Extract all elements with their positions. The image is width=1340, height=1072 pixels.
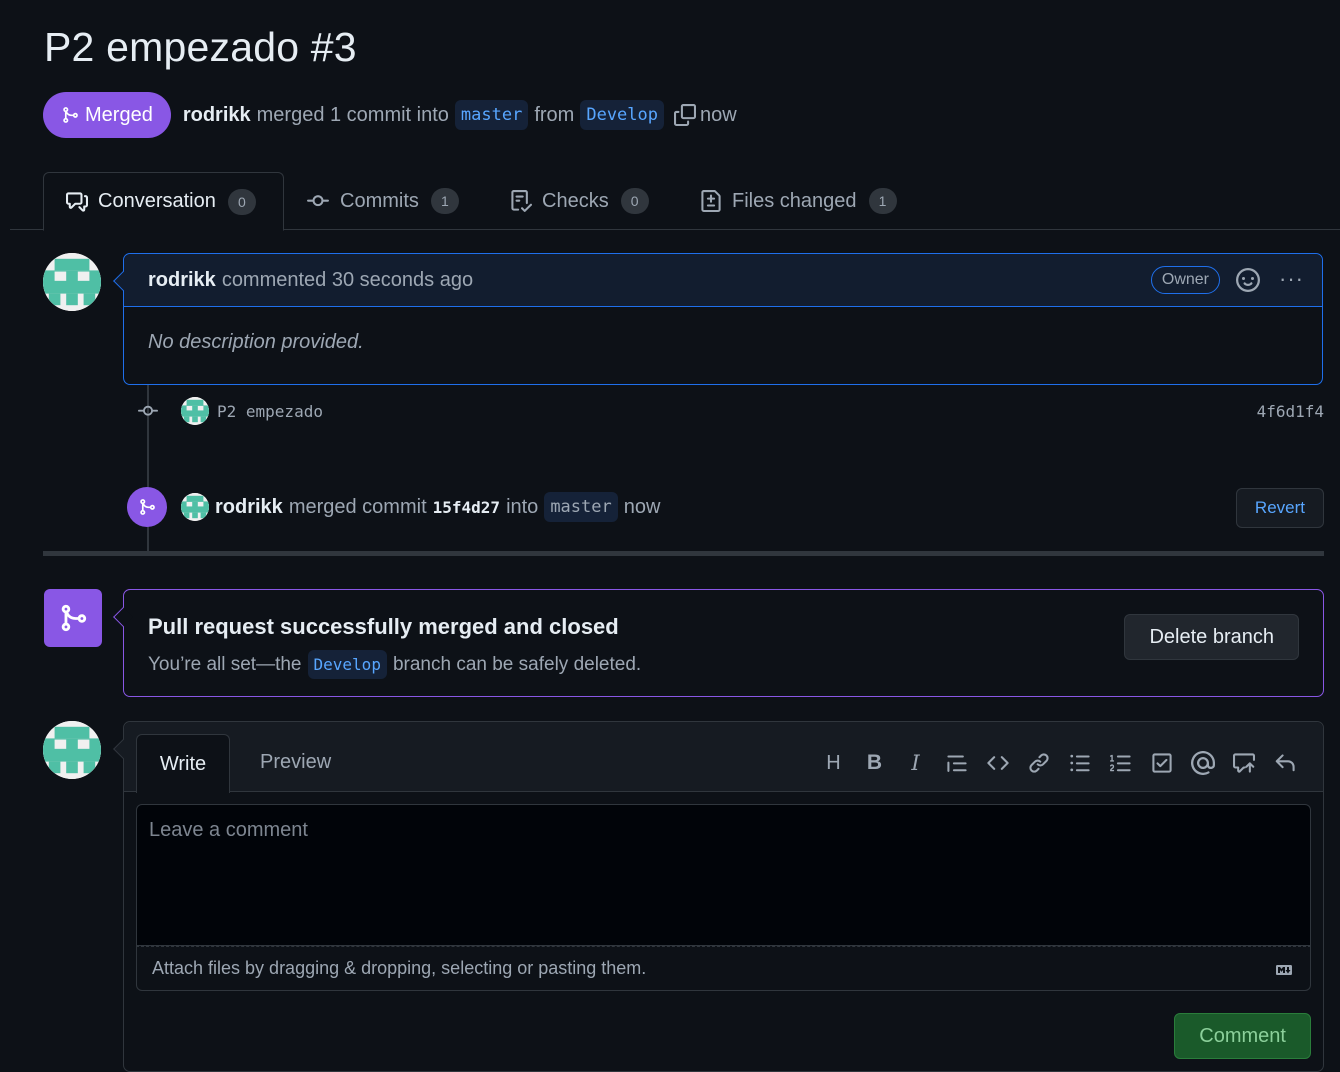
tab-files-label: Files changed bbox=[732, 189, 857, 212]
comment-discussion-icon bbox=[66, 191, 88, 212]
markdown-toolbar: H B I bbox=[813, 748, 1305, 778]
merged-status-title: Pull request successfully merged and clo… bbox=[148, 614, 619, 639]
delete-branch-button[interactable]: Delete branch bbox=[1124, 614, 1299, 660]
heading-icon[interactable]: H bbox=[813, 748, 854, 778]
attach-files-text: Attach files by dragging & dropping, sel… bbox=[152, 958, 647, 978]
tab-checks-count: 0 bbox=[620, 188, 649, 214]
base-branch-link[interactable]: master bbox=[454, 100, 529, 130]
merged-sub-before: You’re all set—the bbox=[148, 653, 302, 675]
tab-conversation-label: Conversation bbox=[98, 190, 216, 212]
merged-state-badge: Merged bbox=[43, 92, 171, 138]
smiley-icon[interactable] bbox=[1236, 268, 1260, 298]
comment-submit-button[interactable]: Comment bbox=[1174, 1013, 1311, 1059]
merge-event-time: now bbox=[623, 495, 661, 518]
avatar[interactable] bbox=[181, 397, 209, 425]
tab-preview[interactable]: Preview bbox=[260, 734, 331, 790]
git-merge-icon bbox=[140, 499, 155, 515]
mention-icon[interactable] bbox=[1182, 748, 1223, 778]
pull-request-page: P2 empezado #3 Merged rodrikk merged 1 c… bbox=[10, 8, 1340, 1072]
merge-text: merged 1 commit into bbox=[256, 103, 449, 126]
page-title: P2 empezado #3 bbox=[44, 24, 357, 70]
ordered-list-icon[interactable] bbox=[1100, 748, 1141, 778]
comment-textarea[interactable] bbox=[136, 804, 1311, 946]
merge-event-text: merged commit bbox=[288, 495, 427, 518]
timeline-commit: P2 empezado 4f6d1f4 bbox=[136, 396, 1324, 426]
pr-tabs: Conversation 0 Commits 1 Checks 0 Files … bbox=[10, 172, 1340, 231]
tab-commits-label: Commits bbox=[340, 189, 419, 212]
tab-conversation[interactable]: Conversation 0 bbox=[43, 172, 284, 231]
merged-status-subtitle: You’re all set—the Develop branch can be… bbox=[148, 650, 641, 679]
tab-files-count: 1 bbox=[868, 188, 897, 214]
avatar[interactable] bbox=[43, 253, 101, 311]
code-icon[interactable] bbox=[977, 748, 1018, 778]
checklist-icon bbox=[511, 190, 532, 212]
merge-event-badge bbox=[127, 487, 167, 527]
comment-body: No description provided. bbox=[148, 331, 364, 353]
quote-icon[interactable] bbox=[936, 748, 977, 778]
pr-description-comment: rodrikk commented 30 seconds ago Owner ·… bbox=[113, 253, 1323, 385]
git-commit-icon bbox=[138, 405, 158, 416]
link-icon[interactable] bbox=[1018, 748, 1059, 778]
merge-author-link[interactable]: rodrikk bbox=[215, 496, 283, 519]
avatar[interactable] bbox=[43, 721, 101, 779]
editor-header: Write Preview H B I bbox=[124, 722, 1323, 793]
git-merge-icon bbox=[63, 107, 78, 123]
merge-into-text: into bbox=[506, 495, 539, 518]
italic-icon[interactable]: I bbox=[895, 748, 936, 778]
revert-button[interactable]: Revert bbox=[1235, 488, 1324, 528]
tab-commits-count: 1 bbox=[430, 188, 459, 214]
file-diff-icon bbox=[701, 190, 721, 212]
merged-sub-after: branch can be safely deleted. bbox=[392, 653, 642, 675]
owner-badge: Owner bbox=[1150, 266, 1220, 294]
tab-checks[interactable]: Checks 0 bbox=[510, 172, 649, 230]
attach-files-area[interactable]: Attach files by dragging & dropping, sel… bbox=[136, 946, 1311, 991]
head-branch-link[interactable]: Develop bbox=[580, 100, 664, 130]
merged-status-icon-box bbox=[44, 589, 102, 647]
merge-target-branch[interactable]: master bbox=[544, 492, 618, 522]
tab-checks-label: Checks bbox=[542, 189, 609, 212]
timeline-divider bbox=[43, 551, 1324, 556]
bold-icon[interactable]: B bbox=[854, 748, 895, 778]
tab-files-changed[interactable]: Files changed 1 bbox=[700, 172, 897, 230]
copy-icon[interactable] bbox=[674, 104, 696, 126]
merged-branch-name[interactable]: Develop bbox=[307, 650, 387, 679]
comment-editor: Write Preview H B I Leave a comment Atta… bbox=[113, 721, 1324, 1072]
undo-icon[interactable] bbox=[1264, 748, 1305, 778]
tab-conversation-count: 0 bbox=[227, 188, 256, 215]
unordered-list-icon[interactable] bbox=[1059, 748, 1100, 778]
merge-commit-sha-link[interactable]: 15f4d27 bbox=[433, 498, 500, 517]
markdown-icon[interactable] bbox=[1272, 962, 1296, 983]
comment-action: commented 30 seconds ago bbox=[221, 268, 474, 291]
merged-status-box: Pull request successfully merged and clo… bbox=[113, 589, 1324, 697]
tab-write[interactable]: Write bbox=[136, 734, 230, 793]
pr-author-link[interactable]: rodrikk bbox=[183, 104, 251, 127]
merge-time: now bbox=[700, 103, 737, 126]
git-commit-icon bbox=[307, 195, 329, 207]
git-merge-icon bbox=[61, 604, 87, 632]
merged-label: Merged bbox=[85, 103, 153, 126]
comment-author-link[interactable]: rodrikk bbox=[148, 269, 216, 292]
tab-commits[interactable]: Commits 1 bbox=[306, 172, 459, 230]
kebab-horizontal-icon[interactable]: ··· bbox=[1279, 266, 1304, 292]
comment-header: rodrikk commented 30 seconds ago Owner ·… bbox=[124, 254, 1322, 307]
pr-meta: Merged rodrikk merged 1 commit into mast… bbox=[43, 92, 737, 138]
timeline-merge-event: rodrikk merged commit 15f4d27 into maste… bbox=[127, 486, 1324, 528]
task-list-icon[interactable] bbox=[1141, 748, 1182, 778]
commit-message-link[interactable]: P2 empezado bbox=[217, 402, 323, 421]
merged-box-arrow bbox=[113, 607, 133, 627]
from-text: from bbox=[534, 103, 575, 126]
commit-sha-link[interactable]: 4f6d1f4 bbox=[1257, 402, 1324, 421]
reference-icon[interactable] bbox=[1223, 748, 1264, 778]
avatar[interactable] bbox=[181, 493, 209, 521]
